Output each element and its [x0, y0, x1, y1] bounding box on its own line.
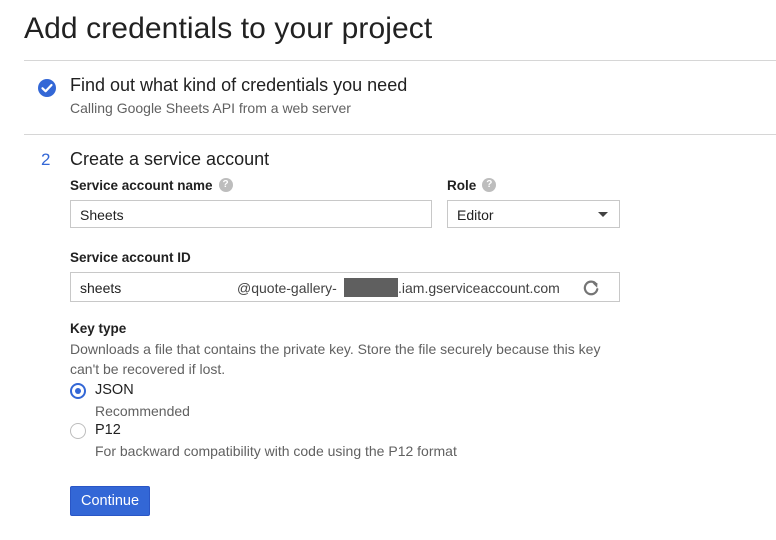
service-account-name-label: Service account name? [70, 178, 233, 193]
divider [24, 134, 776, 135]
divider [24, 60, 776, 61]
key-type-description: Downloads a file that contains the priva… [70, 341, 601, 377]
refresh-icon[interactable] [581, 278, 601, 298]
role-select[interactable]: Editor [447, 200, 620, 228]
chevron-down-icon [598, 212, 608, 217]
step1-subtitle: Calling Google Sheets API from a web ser… [70, 100, 351, 116]
page: Add credentials to your project Find out… [0, 0, 776, 540]
help-icon[interactable]: ? [218, 178, 233, 193]
service-account-domain-suffix: .iam.gserviceaccount.com [398, 280, 560, 296]
step2-title: Create a service account [70, 149, 270, 169]
key-type-label: Key type [70, 321, 127, 336]
p12-option-description: For backward compatibility with code usi… [95, 443, 457, 459]
service-account-name-label-text: Service account name [70, 178, 213, 193]
step-number: 2 [41, 150, 51, 169]
json-option-label[interactable]: JSON [95, 382, 134, 398]
role-label-text: Role [447, 178, 477, 193]
service-account-name-value: Sheets [80, 207, 124, 223]
role-label: Role? [447, 178, 497, 193]
step1-title[interactable]: Find out what kind of credentials you ne… [70, 75, 407, 96]
service-account-domain-prefix: @quote-gallery- [237, 280, 337, 296]
role-selected-value: Editor [457, 207, 494, 223]
json-option-description: Recommended [95, 403, 190, 419]
service-account-id-label: Service account ID [70, 250, 191, 265]
page-title: Add credentials to your project [24, 12, 433, 45]
redaction-block [344, 278, 398, 297]
service-account-id-input[interactable]: sheets @quote-gallery- .iam.gserviceacco… [70, 272, 620, 302]
json-radio[interactable] [70, 383, 86, 399]
check-circle-icon [38, 79, 56, 97]
p12-option-label[interactable]: P12 [95, 422, 121, 438]
service-account-id-value: sheets [80, 280, 122, 296]
service-account-name-input[interactable]: Sheets [70, 200, 432, 228]
continue-button[interactable]: Continue [70, 486, 150, 516]
help-icon[interactable]: ? [482, 178, 497, 193]
p12-radio[interactable] [70, 423, 86, 439]
